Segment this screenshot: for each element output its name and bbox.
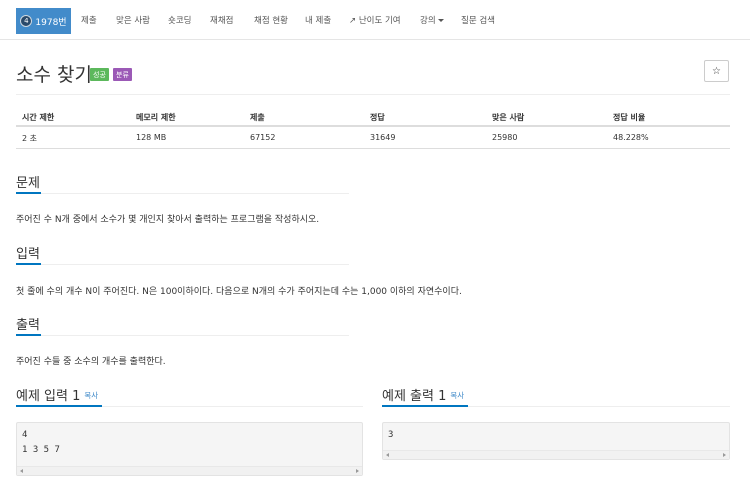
sample-input-text: 4 1 3 5 7	[22, 430, 60, 455]
section-title-description: 문제	[16, 176, 40, 191]
problem-info-table: 시간 제한 메모리 제한 제출 정답 맞은 사람 정답 비율 2 초 128 M…	[16, 105, 730, 149]
nav-question-search[interactable]: 질문 검색	[461, 14, 495, 26]
nav-difficulty-label: 난이도 기여	[358, 16, 401, 26]
input-text: 첫 줄에 수의 개수 N이 주어진다. N은 100이하이다. 다음으로 N개의…	[16, 287, 462, 297]
nav-problem-number[interactable]: 4 1978번	[16, 8, 71, 34]
nav-lecture-label: 강의	[420, 16, 436, 26]
label-success[interactable]: 성공	[90, 68, 109, 81]
section-divider	[16, 192, 349, 194]
value-accepted: 31649	[370, 133, 396, 142]
nav-problem-number-label: 1978번	[35, 17, 67, 28]
output-text: 주어진 수들 중 소수의 개수를 출력한다.	[16, 357, 166, 367]
table-header-row: 시간 제한 메모리 제한 제출 정답 맞은 사람 정답 비율	[16, 105, 730, 127]
nav-status[interactable]: 채점 현황	[254, 14, 288, 26]
section-divider	[382, 405, 730, 407]
caret-down-icon	[437, 19, 444, 22]
value-accepted-ratio: 48.228%	[613, 133, 649, 142]
scroll-right-icon[interactable]	[723, 453, 726, 457]
nav-accepted-users[interactable]: 맞은 사람	[116, 14, 150, 26]
sample-input-title: 예제 입력 1	[16, 389, 81, 404]
copy-sample-input-button[interactable]: 복사	[84, 391, 98, 400]
section-title-input: 입력	[16, 247, 40, 262]
scroll-left-icon[interactable]	[20, 469, 23, 473]
header-submissions: 제출	[250, 113, 265, 122]
value-submissions: 67152	[250, 133, 276, 142]
nav-difficulty-contribution[interactable]: ↗ 난이도 기여	[349, 14, 401, 26]
table-row: 2 초 128 MB 67152 31649 25980 48.228%	[16, 127, 730, 149]
nav-rejudge[interactable]: 재채점	[210, 14, 233, 26]
sample-output-text: 3	[388, 430, 394, 440]
description-text: 주어진 수 N개 중에서 소수가 몇 개인지 찾아서 출력하는 프로그램을 작성…	[16, 215, 320, 225]
problem-nav: 4 1978번 제출 맞은 사람 숏코딩 재채점 채점 현황 내 제출 ↗ 난이…	[0, 0, 750, 40]
sample-output-header: 예제 출력 1 복사	[382, 385, 464, 404]
favorite-button[interactable]: ☆	[704, 60, 729, 82]
sample-output-scrollbar[interactable]	[383, 450, 729, 459]
copy-sample-output-button[interactable]: 복사	[450, 391, 464, 400]
value-time-limit: 2 초	[22, 134, 37, 143]
scroll-right-icon[interactable]	[356, 469, 359, 473]
title-divider	[16, 94, 730, 95]
section-divider	[16, 405, 363, 407]
sample-input-scrollbar[interactable]	[17, 466, 362, 475]
nav-lecture-dropdown[interactable]: 강의	[420, 14, 444, 26]
section-divider	[16, 334, 349, 336]
nav-my-submissions[interactable]: 내 제출	[305, 14, 331, 26]
sample-output-title: 예제 출력 1	[382, 389, 447, 404]
value-accepted-users: 25980	[492, 133, 518, 142]
label-classification[interactable]: 분류	[113, 68, 132, 81]
scroll-left-icon[interactable]	[386, 453, 389, 457]
header-memory-limit: 메모리 제한	[136, 113, 176, 122]
section-divider	[16, 263, 349, 265]
sample-input-box[interactable]: 4 1 3 5 7	[16, 422, 363, 476]
section-title-output: 출력	[16, 318, 40, 333]
header-accepted-users: 맞은 사람	[492, 113, 525, 122]
nav-submit[interactable]: 제출	[81, 14, 97, 26]
tier-badge-icon: 4	[20, 15, 33, 27]
problem-title: 소수 찾기	[16, 64, 92, 86]
value-memory-limit: 128 MB	[136, 133, 167, 142]
sample-output-box[interactable]: 3	[382, 422, 730, 460]
sample-input-header: 예제 입력 1 복사	[16, 385, 98, 404]
nav-short-coding[interactable]: 숏코딩	[168, 14, 191, 26]
header-time-limit: 시간 제한	[22, 113, 55, 122]
external-link-icon: ↗	[349, 16, 357, 26]
star-icon: ☆	[712, 65, 721, 77]
header-accepted: 정답	[370, 113, 385, 122]
header-accepted-ratio: 정답 비율	[613, 113, 646, 122]
